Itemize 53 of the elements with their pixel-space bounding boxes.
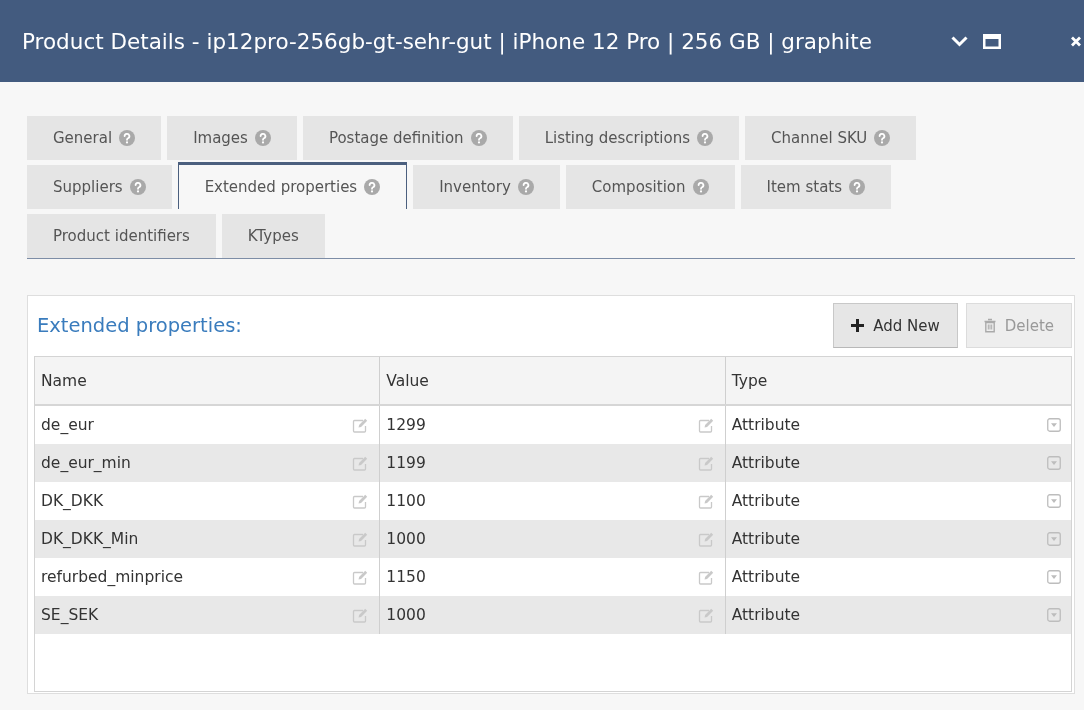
property-value: 1000 — [386, 606, 426, 624]
maximize-icon[interactable] — [983, 33, 1001, 49]
edit-icon[interactable] — [697, 569, 715, 585]
tab[interactable]: Extended properties — [177, 162, 408, 209]
edit-icon[interactable] — [697, 455, 715, 471]
edit-icon[interactable] — [697, 607, 715, 623]
edit-icon[interactable] — [352, 569, 370, 585]
property-type: Attribute — [731, 454, 801, 472]
edit-icon[interactable] — [697, 417, 715, 433]
property-value: 1000 — [386, 530, 426, 548]
edit-icon[interactable] — [352, 531, 370, 547]
property-value: 1100 — [386, 492, 426, 510]
property-type: Attribute — [731, 530, 801, 548]
tab[interactable]: Item stats — [740, 162, 892, 209]
tab[interactable]: General — [27, 113, 162, 160]
property-value: 1150 — [386, 568, 426, 586]
add-button[interactable]: Add New — [833, 303, 958, 348]
tab[interactable]: Product identifiers — [27, 211, 216, 258]
trash-icon — [983, 318, 996, 333]
tab[interactable]: Listing descriptions — [518, 113, 740, 160]
close-icon[interactable] — [1071, 35, 1081, 47]
tab[interactable]: KTypes — [221, 211, 325, 258]
property-name: SE_SEK — [41, 606, 99, 624]
column-header: Name — [41, 371, 87, 390]
property-type: Attribute — [731, 416, 801, 434]
edit-icon[interactable] — [352, 493, 370, 509]
window-title: Product Details - ip12pro-256gb-gt-sehr-gut | iPhone 12 Pro | 256 GB | graphite — [22, 28, 873, 54]
tab[interactable]: Composition — [565, 162, 735, 209]
property-type: Attribute — [731, 606, 801, 624]
property-name: de_eur_min — [41, 454, 131, 472]
property-name: de_eur — [41, 416, 94, 434]
property-name: DK_DKK_Min — [41, 530, 139, 548]
edit-icon[interactable] — [352, 607, 370, 623]
edit-icon[interactable] — [352, 455, 370, 471]
tab[interactable]: Postage definition — [302, 113, 513, 160]
tab[interactable]: Suppliers — [27, 162, 172, 209]
property-value: 1299 — [386, 416, 426, 434]
property-type: Attribute — [731, 492, 801, 510]
property-type: Attribute — [731, 568, 801, 586]
tab[interactable]: Images — [167, 113, 297, 160]
property-value: 1199 — [386, 454, 426, 472]
tab[interactable]: Inventory — [413, 162, 560, 209]
edit-icon[interactable] — [352, 417, 370, 433]
tab[interactable]: Channel SKU — [745, 113, 917, 160]
edit-icon[interactable] — [697, 493, 715, 509]
edit-icon[interactable] — [697, 531, 715, 547]
property-name: DK_DKK — [41, 492, 104, 510]
column-header: Value — [386, 371, 429, 390]
panel-title: Extended properties: — [36, 314, 243, 337]
column-header: Type — [731, 371, 768, 390]
property-name: refurbed_minprice — [41, 568, 183, 586]
plus-icon — [851, 319, 865, 332]
chevron-down-icon[interactable] — [951, 35, 968, 47]
